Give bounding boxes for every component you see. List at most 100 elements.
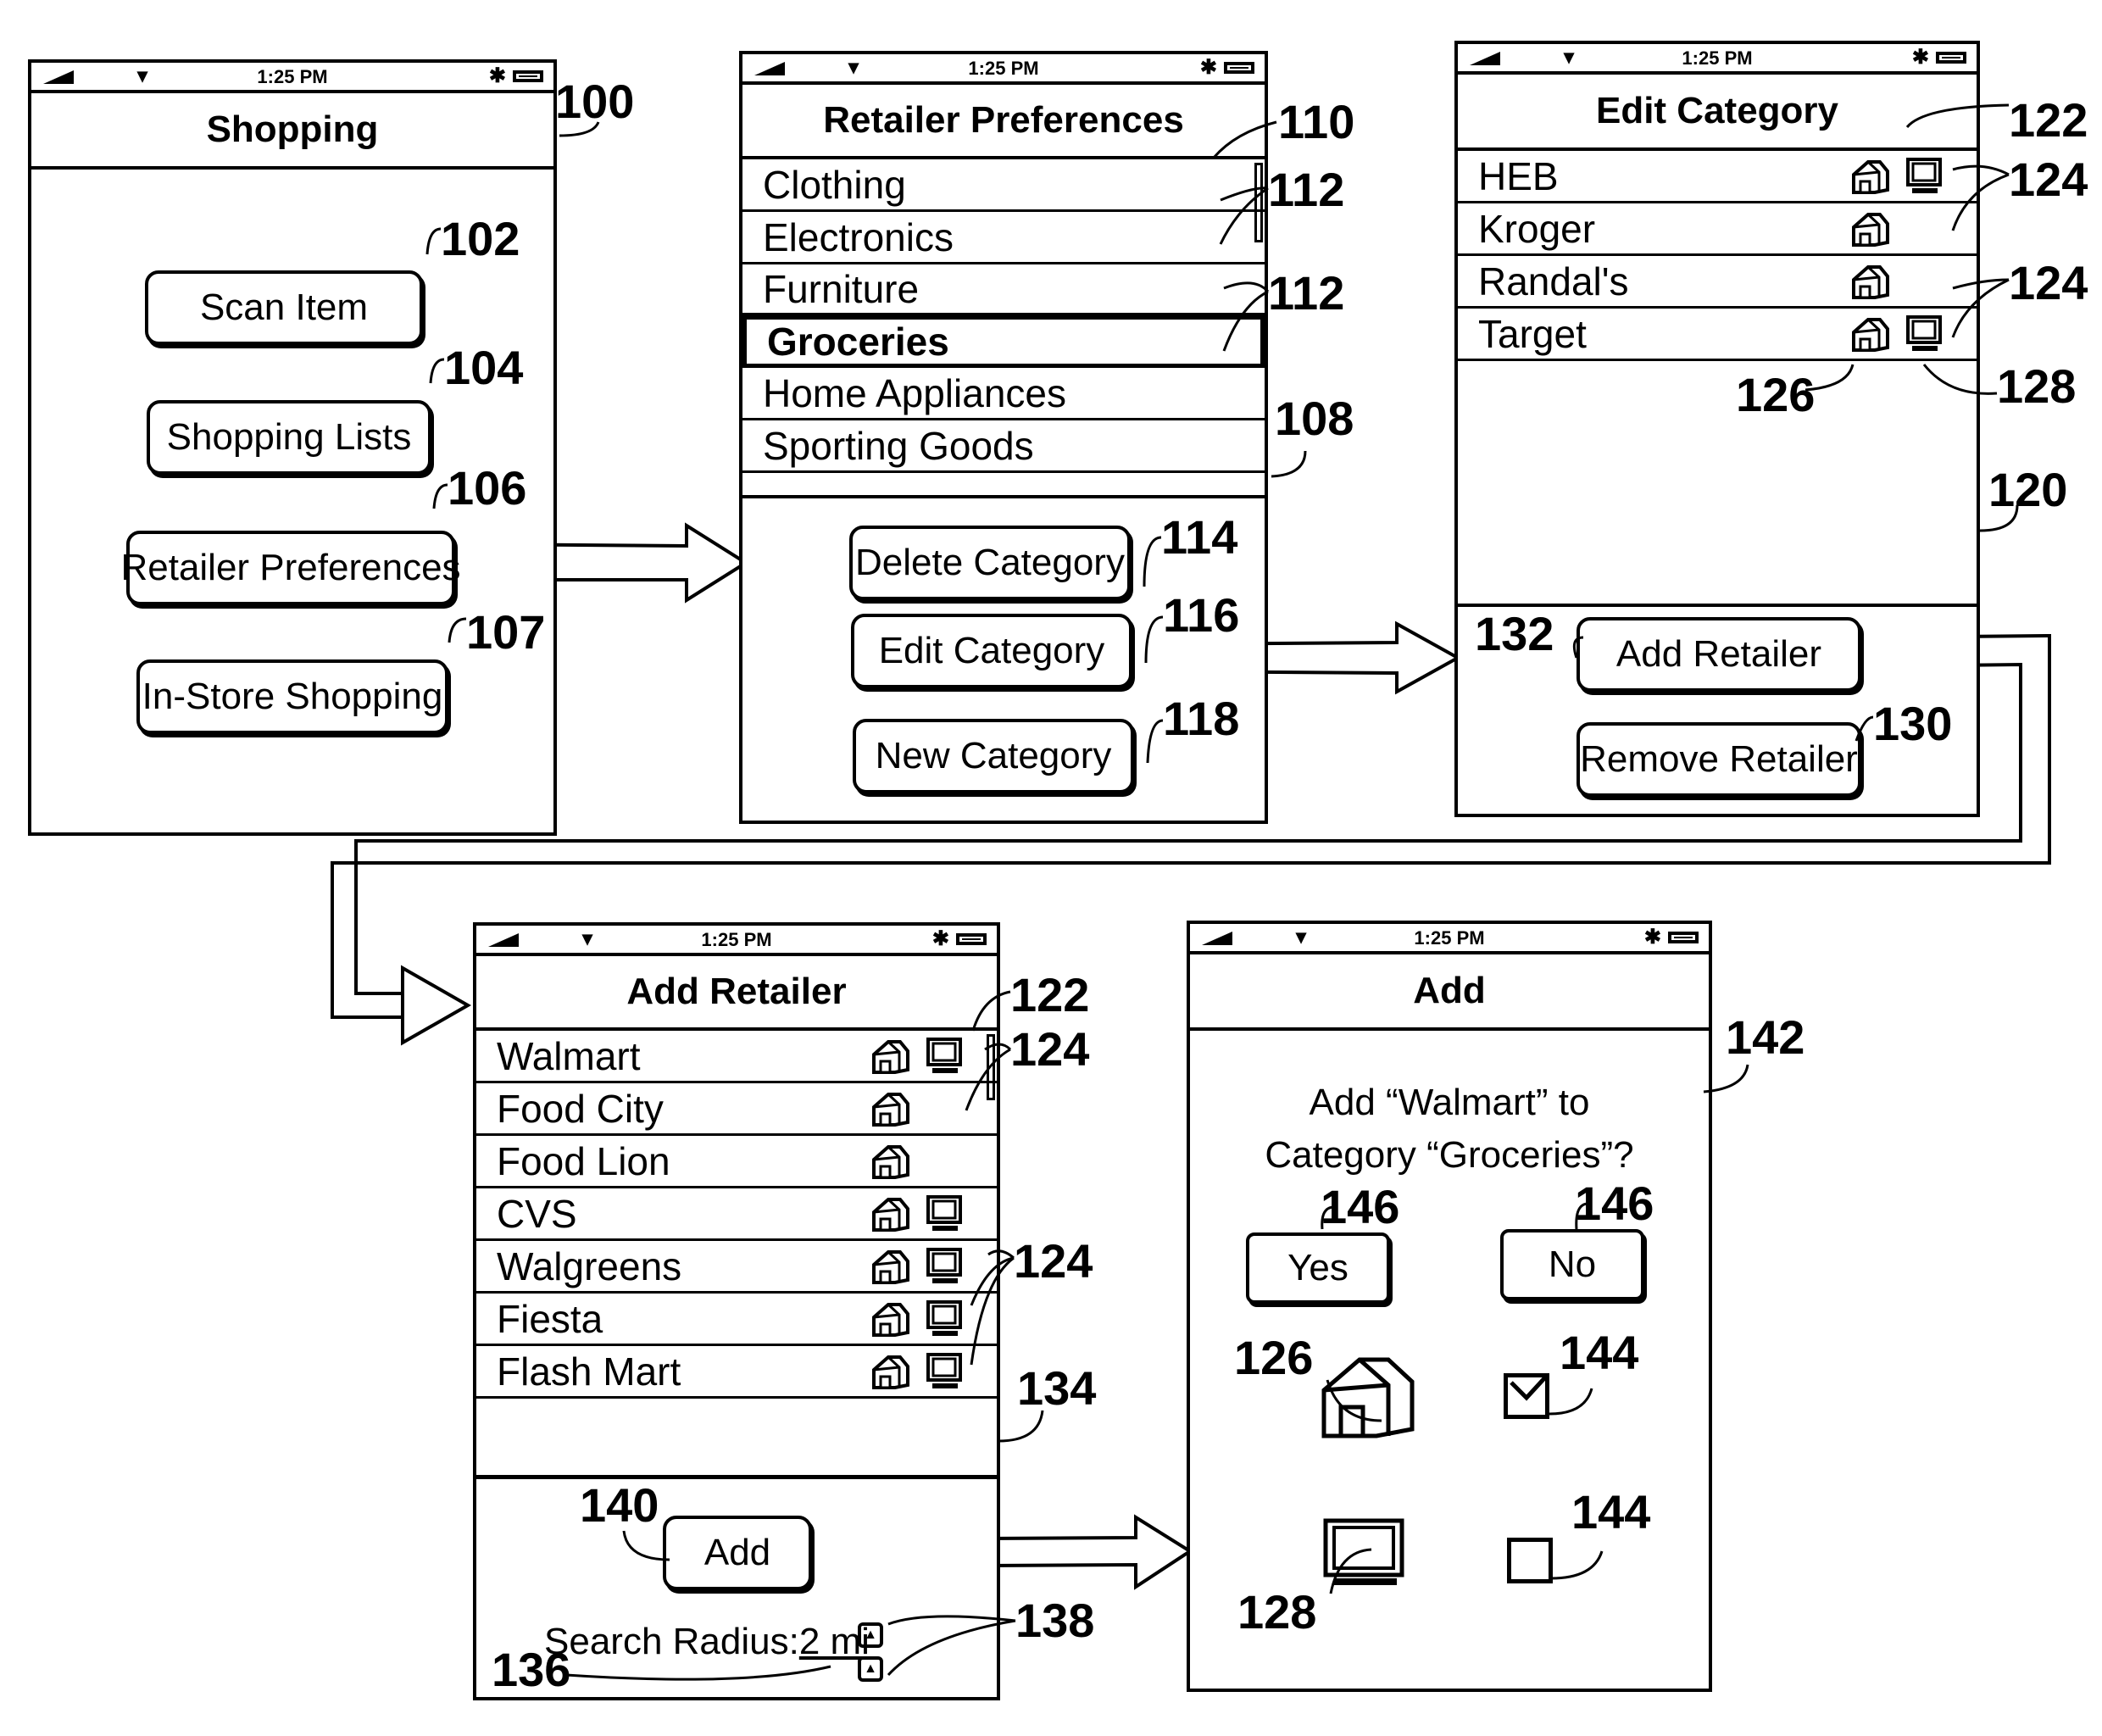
screen-add-confirm: ▾ 1:25 PM ✱ Add Add “Walmart” to Categor… (1187, 921, 1712, 1692)
category-row-electronics[interactable]: Electronics (742, 212, 1265, 264)
bluetooth-icon: ✱ (488, 64, 506, 87)
retailer-row[interactable]: Walgreens (476, 1241, 997, 1294)
ref-label: 130 (1873, 697, 1953, 750)
status-bar: ▾ 1:25 PM ✱ (31, 63, 553, 93)
battery-icon (956, 933, 987, 945)
online-icon-large (1323, 1518, 1404, 1585)
category-row-sporting-goods[interactable]: Sporting Goods (742, 420, 1265, 473)
retailer-type-icons (871, 1083, 963, 1133)
category-label: Groceries (767, 320, 949, 364)
bluetooth-icon: ✱ (1643, 926, 1661, 949)
retailer-type-icons (1851, 256, 1943, 306)
ref-label: 104 (444, 341, 524, 394)
status-bar: ▾ 1:25 PM ✱ (1458, 44, 1977, 75)
bluetooth-icon: ✱ (1911, 46, 1929, 69)
divider (476, 1475, 997, 1479)
retailer-name: Target (1478, 311, 1587, 356)
radius-increase-button[interactable]: ▲ (858, 1622, 883, 1648)
ref-label: 128 (1997, 359, 2077, 413)
online-computer-icon (1906, 314, 1942, 351)
retailer-row[interactable]: HEB (1458, 151, 1977, 203)
store-icon (872, 1355, 909, 1389)
shopping-lists-button[interactable]: Shopping Lists (147, 400, 431, 475)
status-time: 1:25 PM (1682, 47, 1753, 69)
screen-shopping: ▾ 1:25 PM ✱ Shopping Scan Item Shopping … (28, 59, 557, 836)
no-button[interactable]: No (1500, 1229, 1644, 1300)
retailer-row[interactable]: Walmart (476, 1031, 997, 1083)
ref-label: 116 (1163, 588, 1240, 642)
category-row-furniture[interactable]: Furniture (742, 264, 1265, 315)
edit-category-button[interactable]: Edit Category (851, 614, 1132, 688)
retailer-name: Food Lion (497, 1138, 670, 1183)
retailer-row[interactable]: Kroger (1458, 203, 1977, 256)
ref-label: 134 (1017, 1361, 1097, 1415)
online-computer-icon (926, 1037, 962, 1073)
confirm-prompt: Add “Walmart” to Category “Groceries”? (1190, 1077, 1709, 1182)
retailer-name: CVS (497, 1191, 577, 1236)
status-bar: ▾ 1:25 PM ✱ (476, 926, 997, 956)
ref-label: 138 (1015, 1594, 1095, 1647)
store-checkbox[interactable] (1504, 1373, 1549, 1419)
online-computer-icon (926, 1194, 962, 1231)
search-radius: Search Radius:2 mi (544, 1621, 870, 1663)
ref-label: 107 (466, 605, 546, 659)
retailer-row[interactable]: Fiesta (476, 1294, 997, 1346)
bluetooth-icon: ✱ (931, 927, 949, 950)
ref-label: 114 (1161, 510, 1238, 564)
retailer-preferences-button[interactable]: Retailer Preferences (120, 531, 461, 605)
page-title: Shopping (31, 93, 553, 170)
radius-decrease-button[interactable]: ▲ (858, 1656, 883, 1682)
new-category-button[interactable]: New Category (853, 719, 1134, 793)
ref-label: 124 (2009, 256, 2088, 309)
category-row-home-appliances[interactable]: Home Appliances (742, 368, 1265, 420)
ref-label: 112 (1268, 266, 1345, 320)
scan-item-button[interactable]: Scan Item (145, 270, 423, 345)
scrollbar[interactable] (987, 1034, 995, 1100)
online-computer-icon (926, 1299, 962, 1336)
retailer-row[interactable]: Randal's (1458, 256, 1977, 309)
retailer-name: Fiesta (497, 1296, 603, 1341)
store-icon-large (1321, 1357, 1415, 1438)
retailer-name: Walmart (497, 1033, 641, 1078)
store-icon (872, 1302, 909, 1337)
retailer-list: Walmart Food City Food Lion CVS Walgreens Fie… (476, 1031, 997, 1399)
retailer-type-icons (871, 1241, 963, 1291)
store-icon (1852, 317, 1889, 352)
delete-category-button[interactable]: Delete Category (849, 526, 1131, 600)
prompt-line-2: Category “Groceries”? (1265, 1134, 1634, 1176)
retailer-row[interactable]: Flash Mart (476, 1346, 997, 1399)
ref-label: 120 (1988, 463, 2068, 516)
store-icon (872, 1197, 909, 1232)
add-button[interactable]: Add (663, 1516, 812, 1590)
ref-label: 124 (1010, 1022, 1090, 1076)
status-time: 1:25 PM (968, 58, 1039, 79)
retailer-row[interactable]: Target (1458, 309, 1977, 361)
ref-label: 118 (1163, 692, 1240, 745)
online-checkbox[interactable] (1507, 1538, 1553, 1583)
ref-label: 124 (2009, 153, 2088, 206)
retailer-type-icons (871, 1188, 963, 1238)
category-row-groceries[interactable]: Groceries (742, 315, 1265, 368)
category-list: Clothing Electronics Furniture Groceries… (742, 159, 1265, 498)
category-label: Clothing (763, 162, 906, 207)
prompt-line-1: Add “Walmart” to (1309, 1082, 1590, 1123)
store-icon (1852, 264, 1889, 299)
in-store-shopping-button[interactable]: In-Store Shopping (136, 659, 448, 734)
store-icon (872, 1144, 909, 1179)
ref-label: 124 (1014, 1234, 1093, 1288)
ref-label: 144 (1571, 1485, 1651, 1538)
category-row-clothing[interactable]: Clothing (742, 159, 1265, 212)
retailer-row[interactable]: Food City (476, 1083, 997, 1136)
ref-label: 106 (448, 461, 527, 515)
add-retailer-button[interactable]: Add Retailer (1576, 617, 1861, 692)
retailer-row[interactable]: CVS (476, 1188, 997, 1241)
retailer-type-icons (1851, 203, 1943, 253)
checkmark-icon (1510, 1376, 1547, 1401)
scrollbar[interactable] (1254, 163, 1263, 242)
retailer-type-icons (1851, 151, 1943, 201)
yes-button[interactable]: Yes (1246, 1232, 1390, 1304)
store-icon (872, 1039, 909, 1074)
retailer-row[interactable]: Food Lion (476, 1136, 997, 1188)
ref-label: 126 (1736, 368, 1816, 421)
remove-retailer-button[interactable]: Remove Retailer (1576, 722, 1861, 797)
